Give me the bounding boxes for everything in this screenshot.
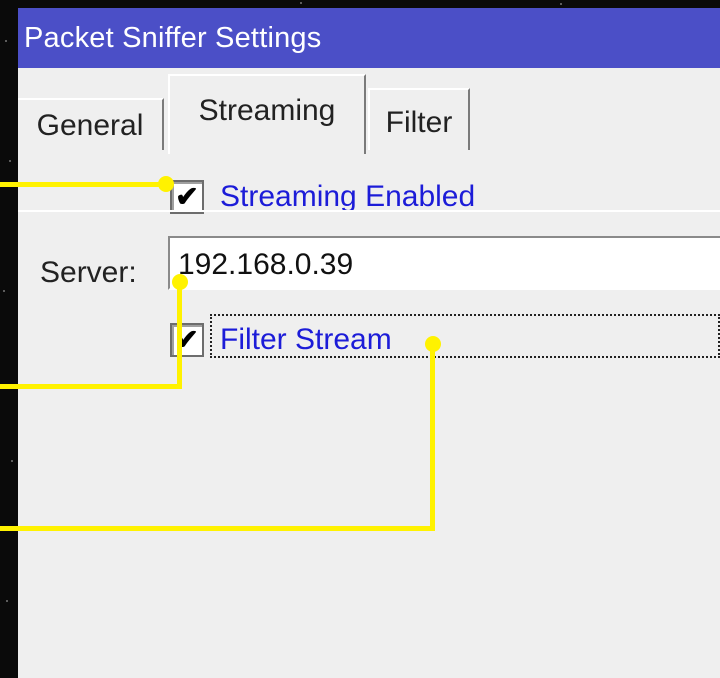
callout-dot-streaming-enabled (158, 176, 174, 192)
background-star (560, 3, 562, 5)
background-star (3, 290, 5, 292)
callout-line-filter-stream (430, 344, 435, 530)
callout-line-filter-stream (0, 526, 435, 531)
filter-stream-checkbox[interactable]: ✔ (170, 323, 204, 357)
tab-streaming[interactable]: Streaming (168, 74, 366, 154)
window-title[interactable]: Packet Sniffer Settings (18, 8, 720, 68)
streaming-enabled-label[interactable]: Streaming Enabled (220, 180, 475, 214)
filter-stream-label[interactable]: Filter Stream (220, 323, 392, 357)
callout-line-server (0, 384, 182, 389)
background-star (11, 460, 13, 462)
callout-line-streaming-enabled (0, 182, 166, 187)
packet-sniffer-settings-window: Packet Sniffer Settings General Streamin… (18, 8, 720, 678)
server-label: Server: (40, 256, 137, 289)
server-input[interactable]: 192.168.0.39 (168, 236, 720, 290)
tab-filter[interactable]: Filter (368, 88, 470, 150)
tab-general[interactable]: General (18, 98, 164, 150)
background-star (6, 600, 8, 602)
background-star (5, 40, 7, 42)
background-star (9, 160, 11, 162)
streaming-enabled-checkbox[interactable]: ✔ (170, 180, 204, 214)
callout-line-server (177, 280, 182, 388)
tab-divider (18, 210, 720, 212)
background-star (300, 2, 302, 4)
tab-bar: General Streaming Filter (18, 68, 720, 212)
